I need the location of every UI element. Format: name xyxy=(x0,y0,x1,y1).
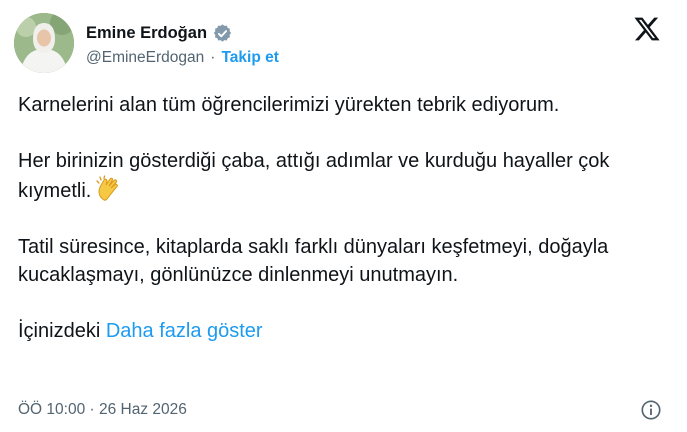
tweet-header: Emine Erdoğan @EmineErdogan · Takip et xyxy=(14,11,673,73)
tweet-timestamp[interactable]: ÖÖ 10:00 · 26 Haz 2026 xyxy=(18,401,187,419)
tweet-paragraph-1: Karnelerini alan tüm öğrencilerimizi yür… xyxy=(18,94,560,116)
verified-badge-icon xyxy=(213,24,232,43)
tweet-text: Karnelerini alan tüm öğrencilerimizi yür… xyxy=(18,91,668,345)
author-name[interactable]: Emine Erdoğan xyxy=(86,24,207,43)
info-icon[interactable] xyxy=(640,399,662,421)
separator-dot: · xyxy=(210,49,216,66)
author-handle[interactable]: @EmineErdogan xyxy=(86,49,204,67)
avatar[interactable] xyxy=(14,13,74,73)
handle-row: @EmineErdogan · Takip et xyxy=(86,49,279,67)
follow-button[interactable]: Takip et xyxy=(221,49,278,67)
clapping-hands-emoji-icon xyxy=(95,175,123,203)
tweet-truncated-line: İçinizdeki Daha fazla göster xyxy=(18,317,668,345)
tweet-paragraph-2: Her birinizin gösterdiği çaba, attığı ad… xyxy=(18,147,668,205)
tweet-paragraph-3: Tatil süresince, kitaplarda saklı farklı… xyxy=(18,236,609,286)
author-name-row: Emine Erdoğan xyxy=(86,24,232,43)
tweet-truncated-text: İçinizdeki xyxy=(18,320,101,342)
show-more-link[interactable]: Daha fazla göster xyxy=(106,320,263,342)
x-logo-icon[interactable] xyxy=(633,15,661,43)
